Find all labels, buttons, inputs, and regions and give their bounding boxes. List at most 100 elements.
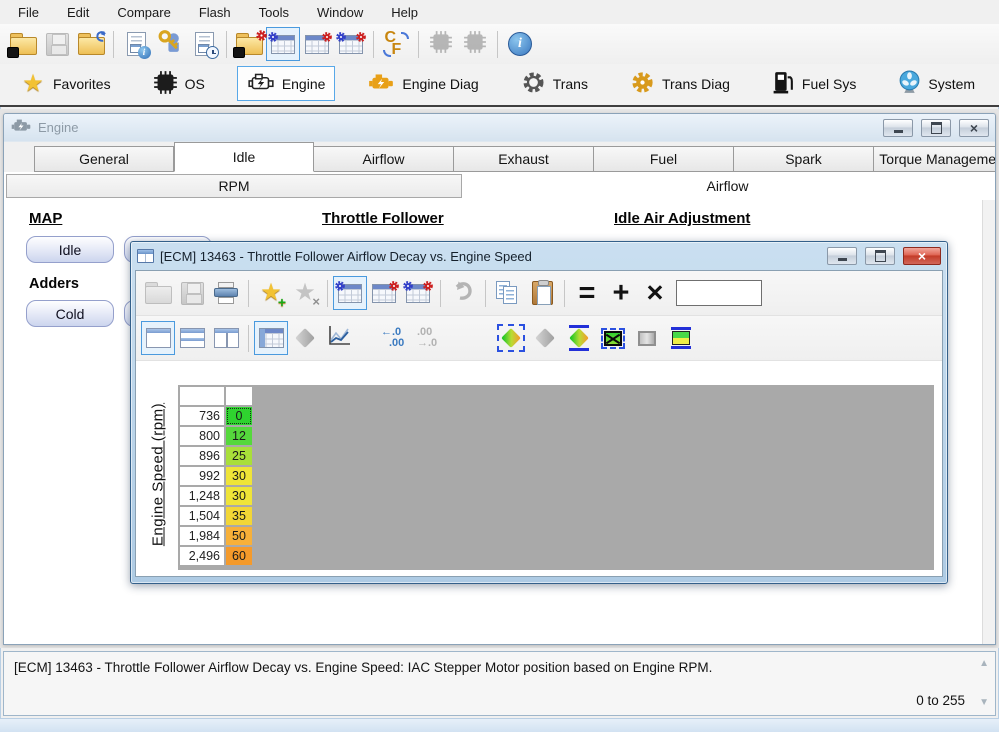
ribbon-engine-diag[interactable]: Engine Diag: [357, 66, 488, 101]
copy-button[interactable]: [491, 276, 525, 310]
row-value-cell[interactable]: 50: [226, 527, 252, 545]
row-value-cell[interactable]: 60: [226, 547, 252, 565]
menu-edit[interactable]: Edit: [53, 2, 103, 23]
view-both-table-button[interactable]: [401, 276, 435, 310]
save-bin-button[interactable]: [40, 27, 74, 61]
colormap-surface-scaled-button[interactable]: [562, 321, 596, 355]
engine-restore-button[interactable]: [921, 119, 951, 137]
colormap-surface-scaled-icon: [569, 328, 589, 348]
row-rpm-label: 2,496: [180, 547, 224, 565]
open-compare-button[interactable]: [232, 27, 266, 61]
view-both-tables-button[interactable]: [334, 27, 368, 61]
bin-info-button[interactable]: [119, 27, 153, 61]
surface-view-button[interactable]: [288, 321, 322, 355]
row-value-cell[interactable]: 0: [226, 407, 252, 425]
colormap-cells-scaled-button[interactable]: [664, 321, 698, 355]
scroll-down-icon[interactable]: ▼: [979, 697, 989, 708]
cold-button[interactable]: Cold: [26, 300, 114, 327]
ribbon-trans[interactable]: Trans: [511, 65, 598, 103]
chart-view-button[interactable]: [322, 321, 356, 355]
tab-fuel[interactable]: Fuel: [594, 146, 734, 172]
table-minimize-button[interactable]: [827, 247, 857, 265]
math-value-input[interactable]: [676, 280, 762, 306]
pane-vsplit-button[interactable]: [209, 321, 243, 355]
table-window-title: [ECM] 13463 - Throttle Follower Airflow …: [160, 249, 819, 264]
table-restore-button[interactable]: [865, 247, 895, 265]
menu-file[interactable]: File: [4, 2, 53, 23]
menu-tools[interactable]: Tools: [245, 2, 303, 23]
help-info-icon: [508, 32, 532, 56]
ribbon-favorites[interactable]: Favorites: [10, 66, 121, 102]
menu-help[interactable]: Help: [377, 2, 432, 23]
table-view-button[interactable]: [254, 321, 288, 355]
table-row: 992 30: [180, 467, 252, 485]
view-compare-tables-button[interactable]: [300, 27, 334, 61]
engine-window-titlebar[interactable]: Engine: [4, 114, 995, 142]
set-equal-button[interactable]: [570, 276, 604, 310]
add-value-button[interactable]: [604, 276, 638, 310]
row-value-cell[interactable]: 30: [226, 467, 252, 485]
menu-window[interactable]: Window: [303, 2, 377, 23]
favorite-add-button[interactable]: +: [254, 276, 288, 310]
pane-vsplit-icon: [214, 328, 239, 348]
tab-torque-management[interactable]: Torque Management: [874, 146, 996, 172]
pane-hsplit-button[interactable]: [175, 321, 209, 355]
open-icon: [145, 286, 172, 304]
paste-button[interactable]: [525, 276, 559, 310]
write-vehicle-button[interactable]: [458, 27, 492, 61]
view-this-tables-button[interactable]: [266, 27, 300, 61]
ribbon-fuel-sys[interactable]: Fuel Sys: [762, 65, 866, 103]
row-value-cell[interactable]: 12: [226, 427, 252, 445]
colormap-surface-button[interactable]: [494, 321, 528, 355]
compare-toggle-button[interactable]: CF: [379, 27, 413, 61]
idle-airflow-panel: MAP Throttle Follower Idle Air Adjustmen…: [4, 200, 995, 644]
colormap-surface-off-button[interactable]: [528, 321, 562, 355]
tab-general[interactable]: General: [34, 146, 174, 172]
undo-button[interactable]: [446, 276, 480, 310]
table-window-titlebar[interactable]: [ECM] 13463 - Throttle Follower Airflow …: [135, 242, 943, 270]
engine-vertical-scrollbar[interactable]: [982, 200, 995, 644]
license-info-button[interactable]: [153, 27, 187, 61]
pane-single-button[interactable]: [141, 321, 175, 355]
close-bin-button[interactable]: [74, 27, 108, 61]
help-info-button[interactable]: [503, 27, 537, 61]
subtab-airflow[interactable]: Airflow: [462, 173, 993, 199]
bin-history-button[interactable]: [187, 27, 221, 61]
colormap-cells-button[interactable]: [596, 321, 630, 355]
table-window-icon: [137, 249, 154, 263]
row-value-cell[interactable]: 30: [226, 487, 252, 505]
view-compare-table-button[interactable]: [367, 276, 401, 310]
engine-close-button[interactable]: [959, 119, 989, 137]
tab-spark[interactable]: Spark: [734, 146, 874, 172]
read-vehicle-button[interactable]: [424, 27, 458, 61]
table-close-button[interactable]: [903, 247, 941, 265]
tab-airflow[interactable]: Airflow: [314, 146, 454, 172]
table-save-button[interactable]: [175, 276, 209, 310]
table-open-button[interactable]: [141, 276, 175, 310]
engine-minimize-button[interactable]: [883, 119, 913, 137]
table-row: 1,984 50: [180, 527, 252, 545]
colormap-cells-off-button[interactable]: [630, 321, 664, 355]
menu-compare[interactable]: Compare: [103, 2, 184, 23]
ribbon-engine[interactable]: Engine: [237, 66, 336, 101]
row-value-cell[interactable]: 35: [226, 507, 252, 525]
ribbon-trans-diag[interactable]: Trans Diag: [620, 65, 740, 103]
idle-button[interactable]: Idle: [26, 236, 114, 263]
scroll-up-icon[interactable]: ▲: [979, 658, 989, 669]
subtab-rpm[interactable]: RPM: [6, 174, 462, 198]
ribbon-label: OS: [185, 76, 205, 92]
view-this-table-button[interactable]: [333, 276, 367, 310]
decimal-more-icon: [417, 327, 447, 349]
ribbon-os[interactable]: OS: [143, 65, 215, 103]
decimal-less-button[interactable]: [378, 321, 414, 355]
ribbon-system[interactable]: System: [888, 65, 985, 103]
row-value-cell[interactable]: 25: [226, 447, 252, 465]
tab-idle[interactable]: Idle: [174, 142, 314, 172]
menu-flash[interactable]: Flash: [185, 2, 245, 23]
table-print-button[interactable]: [209, 276, 243, 310]
tab-exhaust[interactable]: Exhaust: [454, 146, 594, 172]
open-bin-button[interactable]: [6, 27, 40, 61]
multiply-value-button[interactable]: [638, 276, 672, 310]
favorite-remove-button[interactable]: ×: [288, 276, 322, 310]
decimal-more-button[interactable]: [414, 321, 450, 355]
